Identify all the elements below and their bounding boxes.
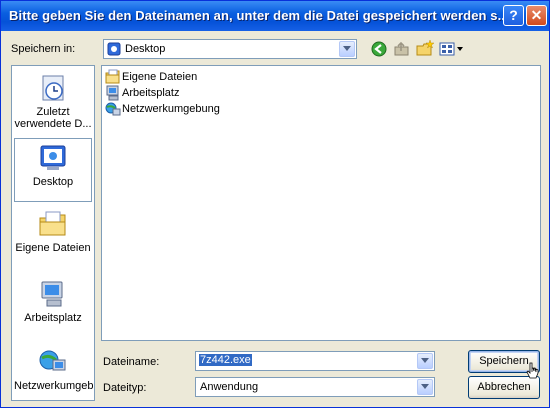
network-icon xyxy=(105,102,121,116)
window-title: Bitte geben Sie den Dateinamen an, unter… xyxy=(9,8,509,23)
desktop-small-icon xyxy=(107,42,121,56)
save-dialog: Bitte geben Sie den Dateinamen an, unter… xyxy=(0,0,550,408)
places-bar: Zuletzt verwendete D... Desktop Eigene D… xyxy=(11,65,95,401)
place-network-label: Netzwerkumgeb xyxy=(14,380,94,392)
location-value: Desktop xyxy=(125,43,166,55)
place-recent-label: Zuletzt verwendete D... xyxy=(14,106,92,130)
place-my-computer-label: Arbeitsplatz xyxy=(24,312,82,324)
place-desktop[interactable]: Desktop xyxy=(14,138,92,202)
mouse-cursor-icon xyxy=(526,362,539,379)
place-recent[interactable]: Zuletzt verwendete D... xyxy=(14,72,92,132)
file-list[interactable]: Eigene Dateien Arbeitsplatz Netzwerkumge… xyxy=(101,65,541,341)
file-item-label: Netzwerkumgebung xyxy=(122,103,220,115)
chevron-down-icon xyxy=(421,358,429,363)
filename-value: 7z442.exe xyxy=(199,354,252,366)
location-dropdown-button[interactable] xyxy=(339,41,355,57)
place-my-documents-label: Eigene Dateien xyxy=(15,242,91,254)
chevron-down-icon xyxy=(343,46,351,51)
up-folder-icon[interactable] xyxy=(392,39,412,59)
back-icon[interactable] xyxy=(369,39,389,59)
place-network[interactable]: Netzwerkumgeb xyxy=(14,346,94,400)
close-button[interactable]: ✕ xyxy=(526,5,547,26)
my-computer-icon xyxy=(41,281,63,307)
folder-icon xyxy=(105,69,120,84)
new-folder-icon[interactable] xyxy=(415,39,435,59)
filetype-value: Anwendung xyxy=(200,381,259,393)
filetype-label: Dateityp: xyxy=(103,382,147,394)
filetype-dropdown-button[interactable] xyxy=(417,379,433,395)
chevron-down-icon xyxy=(421,384,429,389)
place-my-computer[interactable]: Arbeitsplatz xyxy=(14,278,92,332)
computer-icon xyxy=(106,85,119,101)
title-bar[interactable]: Bitte geben Sie den Dateinamen an, unter… xyxy=(1,1,549,31)
filename-dropdown-button[interactable] xyxy=(417,353,433,369)
location-combo[interactable]: Desktop xyxy=(103,39,357,59)
filetype-select[interactable]: Anwendung xyxy=(195,377,435,397)
place-my-documents[interactable]: Eigene Dateien xyxy=(14,208,92,262)
recent-icon xyxy=(42,75,64,101)
place-desktop-label: Desktop xyxy=(32,176,74,188)
help-button[interactable]: ? xyxy=(503,5,524,26)
filename-input[interactable]: 7z442.exe xyxy=(195,351,435,371)
desktop-icon xyxy=(40,145,66,170)
location-label: Speichern in: xyxy=(11,43,76,55)
my-documents-icon xyxy=(39,211,66,236)
file-item-label: Arbeitsplatz xyxy=(122,87,180,99)
network-icon xyxy=(39,350,66,371)
view-menu-icon[interactable] xyxy=(438,39,466,59)
filename-label: Dateiname: xyxy=(103,356,160,368)
file-item-label: Eigene Dateien xyxy=(122,71,198,83)
